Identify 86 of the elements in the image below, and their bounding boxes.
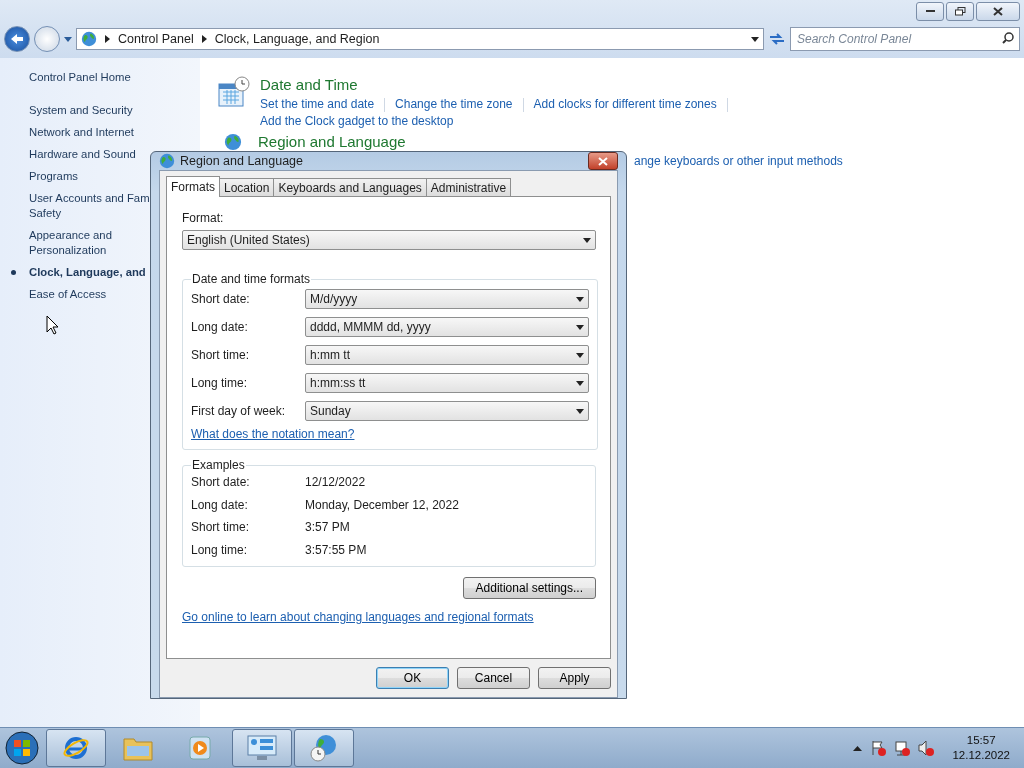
format-dropdown[interactable]: Sunday <box>305 401 589 421</box>
format-dropdown[interactable]: dddd, MMMM dd, yyyy <box>305 317 589 337</box>
example-label: Long time: <box>191 542 249 557</box>
network-icon[interactable] <box>894 740 911 756</box>
history-dropdown-icon[interactable] <box>64 36 72 42</box>
example-value: 3:57:55 PM <box>305 542 368 557</box>
tab[interactable]: Formats <box>166 176 220 197</box>
mouse-cursor-icon <box>46 315 60 335</box>
example-label: Short date: <box>191 475 251 490</box>
group-title: Date and time formats <box>191 272 312 286</box>
additional-settings-button[interactable]: Additional settings... <box>462 577 596 599</box>
globe-icon <box>224 133 242 151</box>
globe-icon <box>159 153 175 169</box>
section-title[interactable]: Region and Language <box>258 133 843 150</box>
restore-icon <box>954 7 966 16</box>
field-label: First day of week: <box>191 404 287 418</box>
sidebar-item[interactable]: System and Security <box>29 103 200 118</box>
speaker-icon[interactable] <box>918 740 935 756</box>
close-icon <box>598 156 608 166</box>
caret-icon <box>576 380 584 386</box>
forward-button[interactable] <box>34 26 60 52</box>
sidebar-item[interactable]: Network and Internet <box>29 125 200 140</box>
field-label: Long date: <box>191 320 249 334</box>
format-dropdown[interactable]: English (United States) <box>182 230 596 250</box>
close-button[interactable] <box>588 152 618 170</box>
task-link[interactable]: Set the time and date <box>260 96 375 113</box>
field-label: Short date: <box>191 292 251 306</box>
chevron-icon <box>105 35 110 43</box>
online-link[interactable]: Go online to learn about changing languages and regional formats <box>182 609 534 626</box>
dialog-title: Region and Language <box>180 154 305 168</box>
refresh-icon[interactable] <box>768 31 786 47</box>
field-label: Short time: <box>191 348 251 362</box>
example-value: 3:57 PM <box>305 520 351 535</box>
dialog-button[interactable]: OK <box>376 667 449 689</box>
minimize-button[interactable] <box>916 2 944 21</box>
tab[interactable]: Administrative <box>425 178 512 196</box>
format-dropdown[interactable]: h:mm tt <box>305 345 589 365</box>
section-title[interactable]: Date and Time <box>260 76 738 93</box>
calendar-icon <box>218 76 250 108</box>
search-field[interactable]: Search Control Panel <box>790 27 1020 51</box>
tab[interactable]: Location <box>219 178 275 196</box>
media-player-icon <box>187 735 213 761</box>
search-icon <box>1002 32 1014 44</box>
chevron-icon <box>201 35 207 43</box>
back-arrow-icon <box>10 33 24 45</box>
example-value: 12/12/2022 <box>305 475 367 490</box>
taskbar-app-button[interactable] <box>294 729 354 767</box>
close-button[interactable] <box>976 2 1020 21</box>
notation-link[interactable]: What does the notation mean? <box>191 426 355 443</box>
task-link[interactable]: Add clocks for different time zones <box>533 96 717 113</box>
address-dropdown-icon <box>751 36 759 42</box>
format-dropdown[interactable]: h:mm:ss tt <box>305 373 589 393</box>
close-icon <box>993 7 1003 16</box>
browser-icon <box>62 734 90 762</box>
dialog-button[interactable]: Apply <box>538 667 611 689</box>
example-value: Monday, December 12, 2022 <box>305 497 460 512</box>
dialog-button[interactable]: Cancel <box>457 667 530 689</box>
restore-button[interactable] <box>946 2 974 21</box>
taskbar-app-button[interactable] <box>46 729 106 767</box>
clock[interactable]: 15:57 12.12.2022 <box>942 733 1020 763</box>
taskbar-app-button[interactable] <box>232 729 292 767</box>
task-link[interactable]: Add the Clock gadget to the desktop <box>260 113 738 130</box>
format-label: Format: <box>182 211 225 225</box>
caret-icon <box>576 324 584 330</box>
folder-icon <box>123 735 153 761</box>
example-label: Long date: <box>191 497 249 512</box>
group-title: Examples <box>191 458 246 472</box>
field-label: Long time: <box>191 376 249 390</box>
tab[interactable]: Keyboards and Languages <box>273 178 427 196</box>
minimize-icon <box>925 10 935 13</box>
caret-icon <box>576 352 584 358</box>
tray-expand-icon[interactable] <box>853 745 863 751</box>
task-link[interactable]: ange keyboards or other input methods <box>634 153 843 170</box>
caret-icon <box>576 408 584 414</box>
sidebar-home-link[interactable]: Control Panel Home <box>29 70 200 85</box>
breadcrumb-item[interactable]: Clock, Language, and Region <box>214 32 380 46</box>
back-button[interactable] <box>4 26 30 52</box>
format-dropdown[interactable]: M/d/yyyy <box>305 289 589 309</box>
caret-icon <box>583 237 591 243</box>
breadcrumb-item[interactable]: Control Panel <box>118 32 194 46</box>
address-bar[interactable]: Control Panel Clock, Language, and Region <box>76 28 764 50</box>
flag-icon[interactable] <box>870 740 887 756</box>
example-label: Short time: <box>191 520 251 535</box>
globe-clock-icon <box>309 733 339 763</box>
task-link[interactable]: Change the time zone <box>395 96 513 113</box>
caret-icon <box>576 296 584 302</box>
